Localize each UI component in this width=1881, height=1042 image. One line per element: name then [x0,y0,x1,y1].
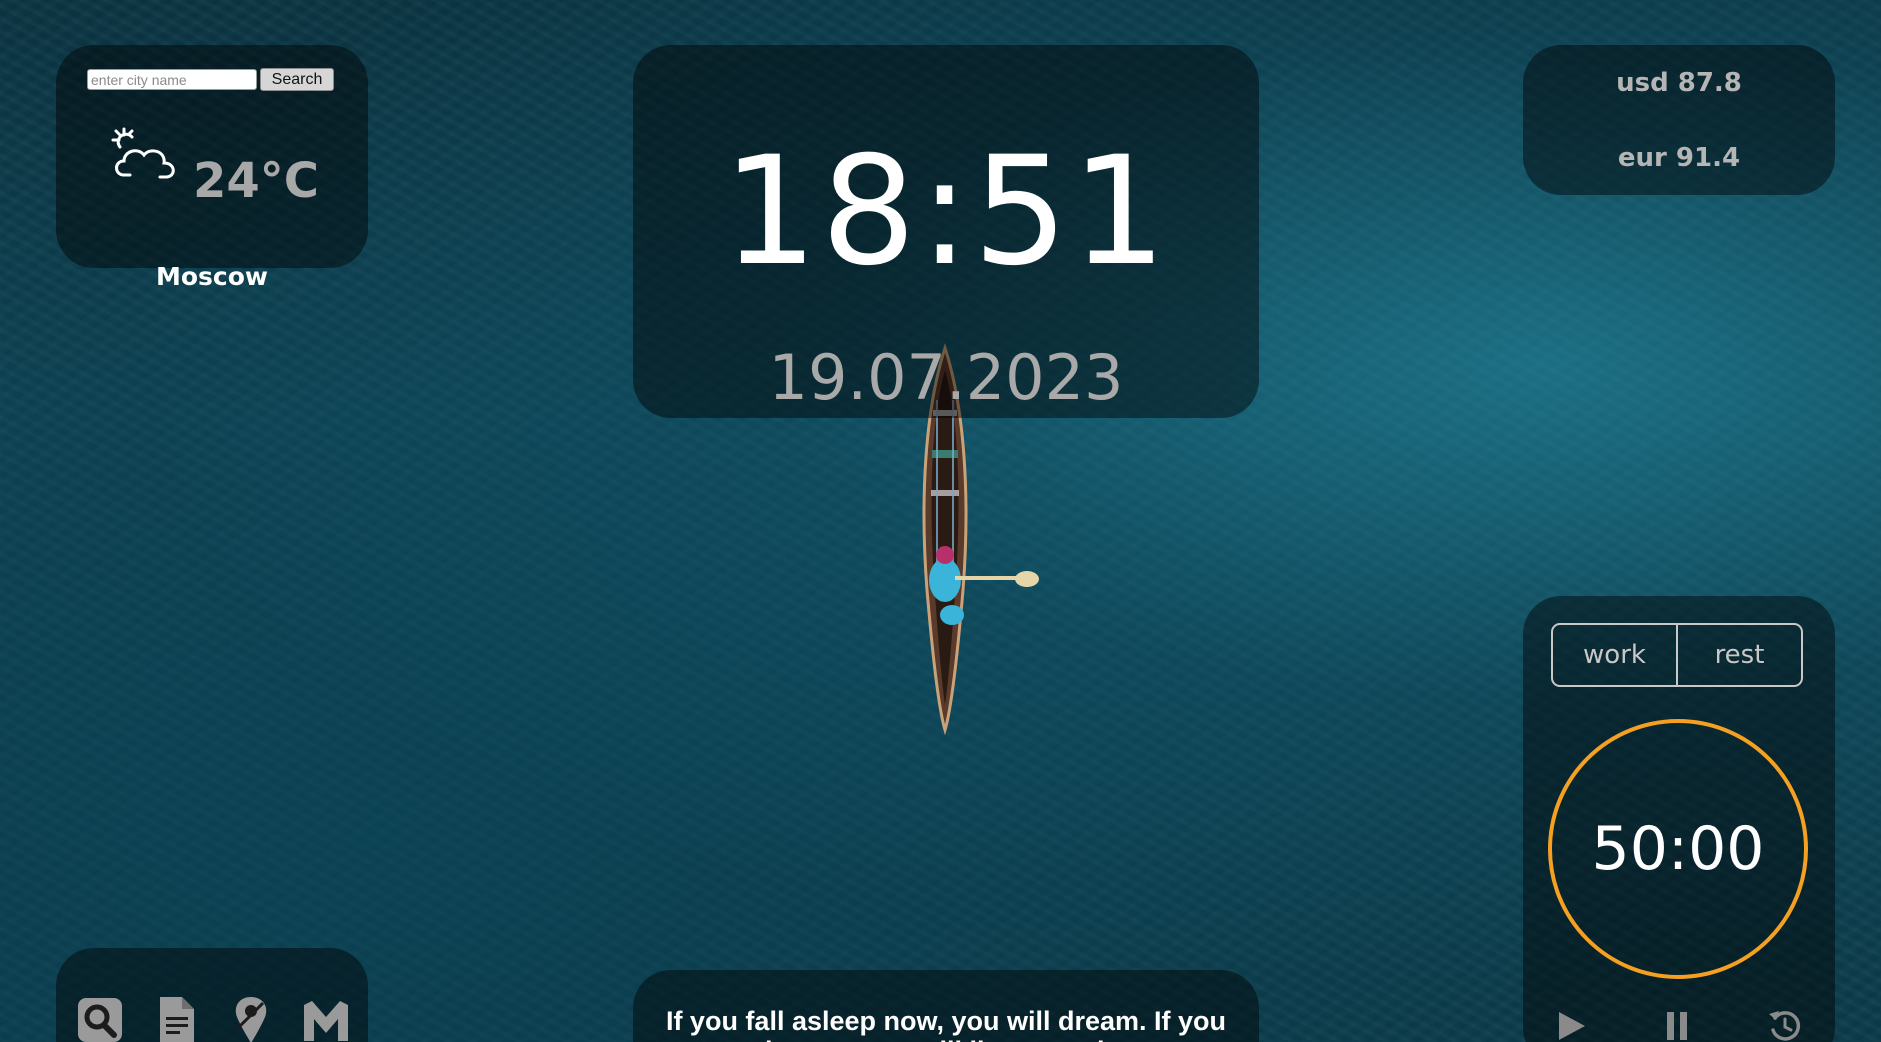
city-name: Moscow [155,262,269,291]
play-icon[interactable] [1551,1006,1591,1042]
search-icon[interactable] [76,995,124,1042]
document-icon[interactable] [152,995,200,1042]
pause-icon[interactable] [1657,1006,1697,1042]
mode-toggle: work rest [1551,623,1803,687]
currency-widget: usd 87.8 eur 91.4 [1523,45,1835,195]
apps-widget [56,948,368,1042]
tab-work[interactable]: work [1553,625,1678,685]
reset-icon[interactable] [1765,1006,1805,1042]
weather-widget: Search 24°C Moscow [56,45,368,291]
current-date: 19.07.2023 [768,341,1124,414]
quote-text: If you fall asleep now, you will dream. … [665,1006,1227,1042]
quote-widget: If you fall asleep now, you will dream. … [633,970,1259,1042]
pomodoro-widget: work rest 50:00 [1523,596,1835,1042]
usd-rate: usd 87.8 [1616,68,1742,98]
temperature-value: 24°C [193,153,320,209]
city-search-button[interactable]: Search [260,68,334,91]
clock-widget: 18:51 19.07.2023 [633,45,1259,418]
city-search-input[interactable] [87,69,257,90]
timer-display: 50:00 [1591,814,1765,884]
mail-icon[interactable] [302,995,350,1042]
current-time: 18:51 [722,125,1170,299]
maps-icon[interactable] [227,995,275,1042]
eur-rate: eur 91.4 [1617,143,1741,173]
tab-rest[interactable]: rest [1678,625,1801,685]
partly-cloudy-icon [111,127,175,179]
